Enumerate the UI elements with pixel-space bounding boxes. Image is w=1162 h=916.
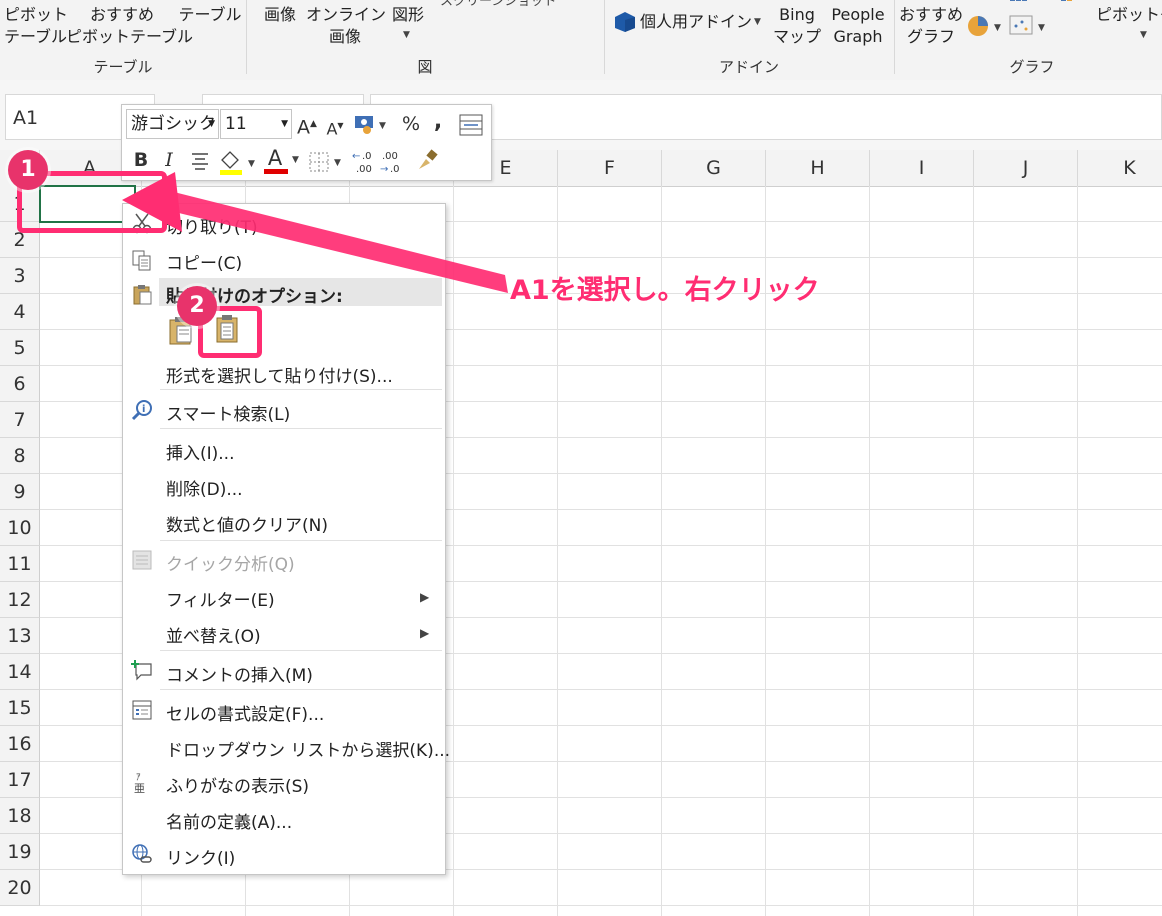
step-badge-1: 1 — [8, 150, 48, 190]
annotation-text: A1を選択し。右クリック — [510, 275, 820, 306]
annotation-arrow — [122, 172, 508, 293]
step-badge-2: 2 — [177, 286, 217, 326]
